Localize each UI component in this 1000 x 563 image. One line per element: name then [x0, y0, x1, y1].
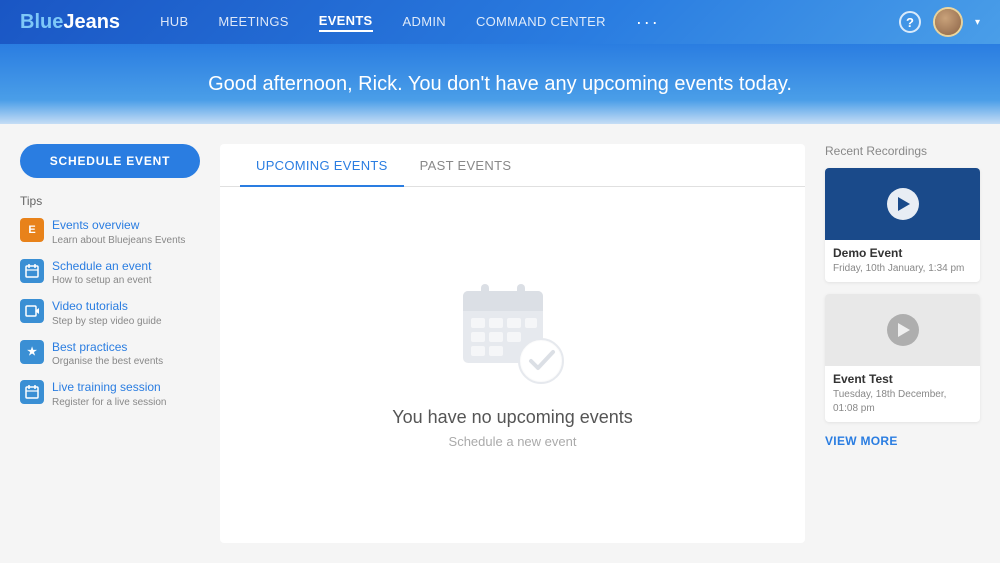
- recording-card-demo-event[interactable]: Demo Event Friday, 10th January, 1:34 pm: [825, 168, 980, 282]
- tip-video-tutorials[interactable]: Video tutorials Step by step video guide: [20, 299, 200, 328]
- play-button-demo[interactable]: [887, 188, 919, 220]
- help-button[interactable]: ?: [899, 11, 921, 33]
- video-tutorials-icon: [20, 299, 44, 323]
- nav-right-controls: ? ▾: [899, 7, 980, 37]
- nav-more-dots[interactable]: ···: [636, 12, 660, 33]
- center-panel: UPCOMING EVENTS PAST EVENTS: [220, 144, 805, 543]
- tip-best-practices-title: Best practices: [52, 340, 163, 356]
- tip-events-overview-text: Events overview Learn about Bluejeans Ev…: [52, 218, 185, 247]
- tip-schedule-event-title: Schedule an event: [52, 259, 152, 275]
- tip-events-overview[interactable]: E Events overview Learn about Bluejeans …: [20, 218, 200, 247]
- tip-best-practices-sub: Organise the best events: [52, 355, 163, 368]
- schedule-event-icon: [20, 259, 44, 283]
- tip-best-practices[interactable]: ★ Best practices Organise the best event…: [20, 340, 200, 369]
- best-practices-icon: ★: [20, 340, 44, 364]
- sidebar: SCHEDULE EVENT Tips E Events overview Le…: [20, 144, 200, 543]
- empty-state: You have no upcoming events Schedule a n…: [220, 187, 805, 538]
- tip-events-overview-title: Events overview: [52, 218, 185, 234]
- tips-label: Tips: [20, 194, 200, 208]
- schedule-event-button[interactable]: SCHEDULE EVENT: [20, 144, 200, 178]
- nav-hub[interactable]: HUB: [160, 14, 188, 31]
- recording-date-test: Tuesday, 18th December, 01:08 pm: [833, 388, 972, 416]
- recording-name-demo: Demo Event: [833, 246, 972, 260]
- main-content: SCHEDULE EVENT Tips E Events overview Le…: [0, 124, 1000, 563]
- events-tabs: UPCOMING EVENTS PAST EVENTS: [220, 144, 805, 187]
- tip-live-training-sub: Register for a live session: [52, 396, 167, 409]
- tip-live-training[interactable]: Live training session Register for a liv…: [20, 380, 200, 409]
- tip-schedule-event[interactable]: Schedule an event How to setup an event: [20, 259, 200, 288]
- avatar-image: [935, 9, 961, 35]
- nav-meetings[interactable]: MEETINGS: [218, 14, 288, 31]
- play-triangle-icon-2: [898, 323, 910, 337]
- tip-video-tutorials-sub: Step by step video guide: [52, 315, 162, 328]
- tip-live-training-title: Live training session: [52, 380, 167, 396]
- recording-name-test: Event Test: [833, 372, 972, 386]
- brand-blue: Blue: [20, 11, 63, 33]
- tip-best-practices-text: Best practices Organise the best events: [52, 340, 163, 369]
- tab-upcoming-events[interactable]: UPCOMING EVENTS: [240, 144, 404, 187]
- tip-events-overview-sub: Learn about Bluejeans Events: [52, 234, 185, 247]
- recording-thumb-demo: [825, 168, 980, 240]
- recording-info-test: Event Test Tuesday, 18th December, 01:08…: [825, 366, 980, 422]
- hero-banner: Good afternoon, Rick. You don't have any…: [0, 44, 1000, 124]
- nav-links: HUB MEETINGS EVENTS ADMIN COMMAND CENTER…: [160, 12, 899, 33]
- nav-command-center[interactable]: COMMAND CENTER: [476, 14, 606, 31]
- no-events-illustration: [453, 276, 573, 391]
- navbar: BlueJeans HUB MEETINGS EVENTS ADMIN COMM…: [0, 0, 1000, 44]
- live-training-icon: [20, 380, 44, 404]
- tip-video-tutorials-title: Video tutorials: [52, 299, 162, 315]
- tip-video-tutorials-text: Video tutorials Step by step video guide: [52, 299, 162, 328]
- brand-jeans: Jeans: [63, 11, 120, 33]
- play-button-test[interactable]: [887, 314, 919, 346]
- recording-card-event-test[interactable]: Event Test Tuesday, 18th December, 01:08…: [825, 294, 980, 422]
- brand-logo[interactable]: BlueJeans: [20, 11, 120, 34]
- right-panel: Recent Recordings Demo Event Friday, 10t…: [825, 144, 980, 543]
- events-overview-icon: E: [20, 218, 44, 242]
- recording-info-demo: Demo Event Friday, 10th January, 1:34 pm: [825, 240, 980, 282]
- recording-thumb-test: [825, 294, 980, 366]
- tip-schedule-event-sub: How to setup an event: [52, 274, 152, 287]
- tip-live-training-text: Live training session Register for a liv…: [52, 380, 167, 409]
- view-more-button[interactable]: VIEW MORE: [825, 434, 980, 448]
- tab-past-events[interactable]: PAST EVENTS: [404, 144, 528, 187]
- nav-admin[interactable]: ADMIN: [403, 14, 446, 31]
- avatar[interactable]: [933, 7, 963, 37]
- no-events-title: You have no upcoming events: [392, 407, 633, 428]
- hero-message: Good afternoon, Rick. You don't have any…: [208, 73, 792, 96]
- nav-events[interactable]: EVENTS: [319, 13, 373, 32]
- recent-recordings-title: Recent Recordings: [825, 144, 980, 158]
- avatar-chevron-icon[interactable]: ▾: [975, 17, 980, 28]
- play-triangle-icon: [898, 197, 910, 211]
- tip-schedule-event-text: Schedule an event How to setup an event: [52, 259, 152, 288]
- recording-date-demo: Friday, 10th January, 1:34 pm: [833, 262, 972, 276]
- no-events-subtitle: Schedule a new event: [449, 434, 577, 449]
